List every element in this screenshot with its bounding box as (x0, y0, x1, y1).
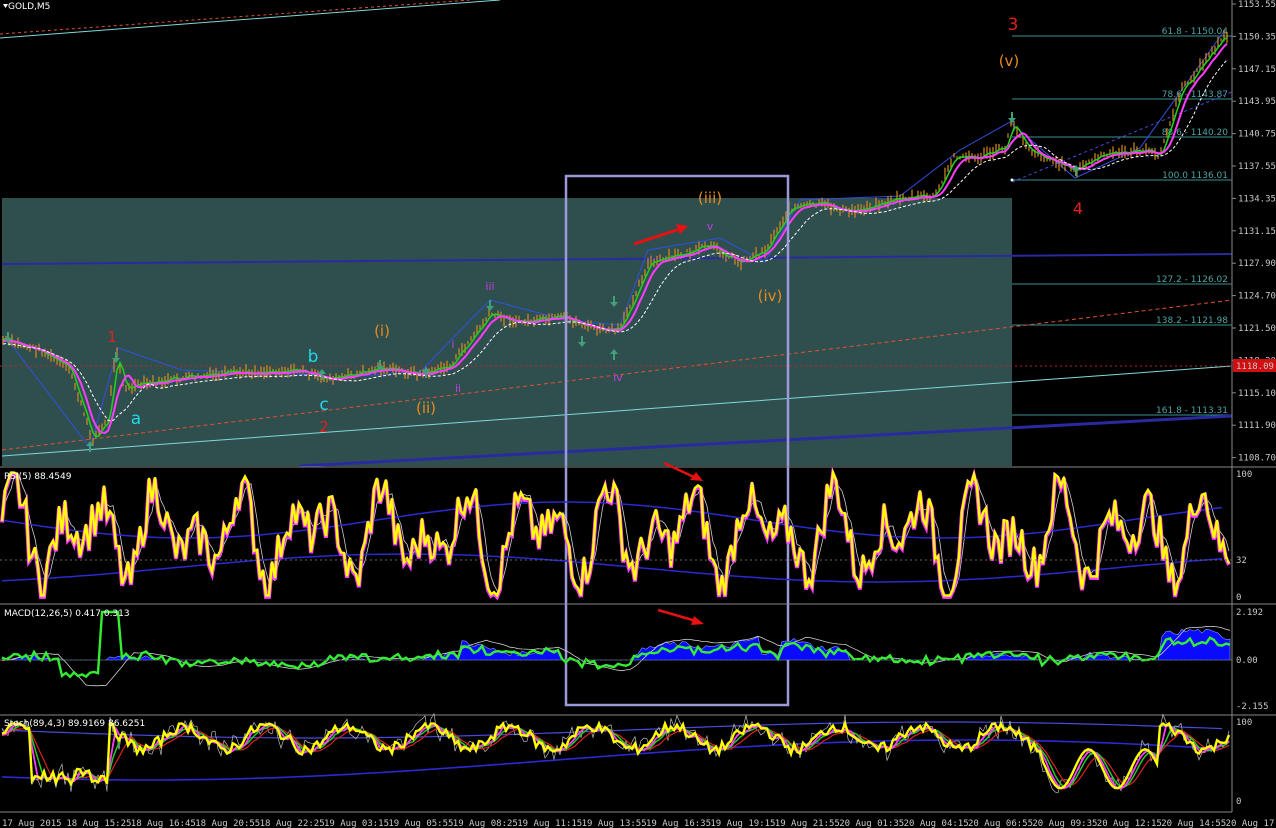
time-axis-label: 18 Aug 20:55 (195, 819, 260, 828)
macd-signal-line (1, 626, 1231, 687)
price-axis-label: 1147.15 (1238, 65, 1276, 75)
fib-level-label: 138.2 - 1121.98 (1156, 316, 1228, 326)
time-axis-label: 19 Aug 05:55 (388, 819, 453, 828)
time-axis-label: 19 Aug 08:25 (453, 819, 518, 828)
wave-label-red-1: 1 (107, 328, 117, 346)
time-axis[interactable]: 17 Aug 2015 18 Aug 15:25 18 Aug 16:45 18 Au… (0, 811, 1276, 828)
price-axis-label: 1140.75 (1238, 130, 1276, 140)
rsi-pane[interactable]: RSI(5) 88.4549 100 32 0 (0, 461, 1276, 603)
wave-label-purple-i: i (451, 338, 454, 351)
price-axis-label: 1108.70 (1238, 454, 1276, 464)
wave-label-purple-ii: ii (455, 382, 461, 395)
price-axis-label: 1121.50 (1238, 324, 1276, 334)
red-arrow-macd (657, 608, 704, 625)
stoch-level-100: 100 (1236, 718, 1252, 728)
price-axis-label: 1137.55 (1238, 162, 1276, 172)
macd-pane[interactable]: MACD(12,26,5) 0.417 0.313 2.192 0.00 -2.… (0, 603, 1276, 712)
time-axis-label: 20 Aug 12:15 (1097, 819, 1162, 828)
wave-label-orange-ii: (ii) (416, 399, 436, 417)
wave-label-purple-v: v (707, 220, 714, 233)
fib-level-label: 100.0 1136.01 (1162, 171, 1228, 181)
wave-label-orange-v: (v) (999, 52, 1020, 70)
macd-level-min: -2.155 (1236, 702, 1269, 712)
price-axis-label: 1115.10 (1238, 389, 1276, 399)
price-axis-label: 1131.15 (1238, 227, 1276, 237)
time-axis-label: 19 Aug 13:55 (582, 819, 647, 828)
time-axis-label: 18 Aug 16:45 (131, 819, 196, 828)
fib-level-label: 78.6 - 1143.87 (1162, 90, 1228, 100)
stoch-level-0: 0 (1236, 797, 1241, 807)
price-axis-label: 1124.70 (1238, 292, 1276, 302)
time-axis-label: 18 Aug 22:25 (260, 819, 325, 828)
wave-label-red-4: 4 (1073, 199, 1083, 218)
time-axis-label: 19 Aug 03:15 (324, 819, 389, 828)
time-axis-label: 20 Aug 09:35 (1032, 819, 1097, 828)
price-axis-label: 1153.55 (1238, 0, 1276, 10)
stoch-title: Stoch(89,4,3) 89.9169 86.6251 (4, 719, 145, 729)
main-price-pane[interactable]: 61.8 - 1150.0478.6 - 1143.8788.6 - 1140.… (0, 0, 1233, 707)
time-axis-label: 19 Aug 21:55 (775, 819, 840, 828)
chart-symbol-title: GOLD,M5 (8, 2, 50, 12)
fib-level-label: 61.8 - 1150.04 (1162, 27, 1228, 37)
macd-title: MACD(12,26,5) 0.417 0.313 (4, 609, 130, 619)
stochastic-pane[interactable]: Stoch(89,4,3) 89.9169 86.6251 100 0 (0, 712, 1276, 807)
current-price-value: 1118.09 (1236, 362, 1274, 372)
wave-label-cyan-c: c (319, 395, 328, 415)
current-price-tag: 1118.09 (1233, 359, 1276, 372)
price-axis-label: 1111.90 (1238, 421, 1276, 431)
time-axis-label: 20 Aug 04:15 (904, 819, 969, 828)
wave-label-purple-iii: iii (485, 280, 494, 293)
wave-label-orange-iv: (iv) (758, 287, 783, 305)
rsi-level-100: 100 (1236, 470, 1252, 480)
price-axis-label: 1143.95 (1238, 97, 1276, 107)
time-axis-label: 17 Aug 2015 (2, 819, 62, 828)
wave-label-orange-i: (i) (374, 322, 390, 340)
fib-level-label: 161.8 - 1113.31 (1156, 406, 1228, 416)
wave-label-cyan-b: b (308, 347, 319, 367)
price-axis-label: 1134.35 (1238, 194, 1276, 204)
time-axis-label: 18 Aug 15:25 (66, 819, 131, 828)
time-axis-label: 20 Aug 17:35 (1226, 819, 1276, 828)
time-axis-label: 20 Aug 01:35 (839, 819, 904, 828)
wave-label-cyan-a: a (131, 409, 141, 429)
rsi-title: RSI(5) 88.4549 (4, 472, 72, 482)
price-axis-label: 1127.90 (1238, 259, 1276, 269)
price-axis[interactable]: 1153.55 1150.35 1147.15 1143.95 1140.75 1137.… (1231, 0, 1276, 812)
macd-histogram-area (2, 628, 1231, 661)
macd-level-max: 2.192 (1236, 608, 1263, 618)
fib-level-label: 127.2 - 1126.02 (1156, 275, 1228, 285)
macd-line (1, 610, 1231, 679)
time-axis-label: 20 Aug 14:55 (1161, 819, 1226, 828)
trading-chart[interactable]: 61.8 - 1150.0478.6 - 1143.8788.6 - 1140.… (0, 0, 1276, 828)
time-axis-label: 19 Aug 16:35 (646, 819, 711, 828)
rsi-level-0: 0 (1236, 593, 1241, 603)
rsi-level-32: 32 (1236, 556, 1247, 566)
wave-label-orange-iii: (iii) (698, 189, 722, 207)
wave-label-red-3: 3 (1008, 15, 1019, 35)
time-axis-label: 19 Aug 11:15 (517, 819, 582, 828)
rsi-band-upper (1, 501, 1223, 539)
wave-label-purple-iv: iv (613, 371, 623, 384)
wave-label-red-2: 2 (319, 418, 329, 436)
time-axis-label: 20 Aug 06:55 (968, 819, 1033, 828)
macd-level-zero: 0.00 (1236, 656, 1258, 666)
time-axis-label: 19 Aug 19:15 (710, 819, 775, 828)
price-axis-label: 1150.35 (1238, 32, 1276, 42)
consolidation-zone (2, 198, 1012, 466)
